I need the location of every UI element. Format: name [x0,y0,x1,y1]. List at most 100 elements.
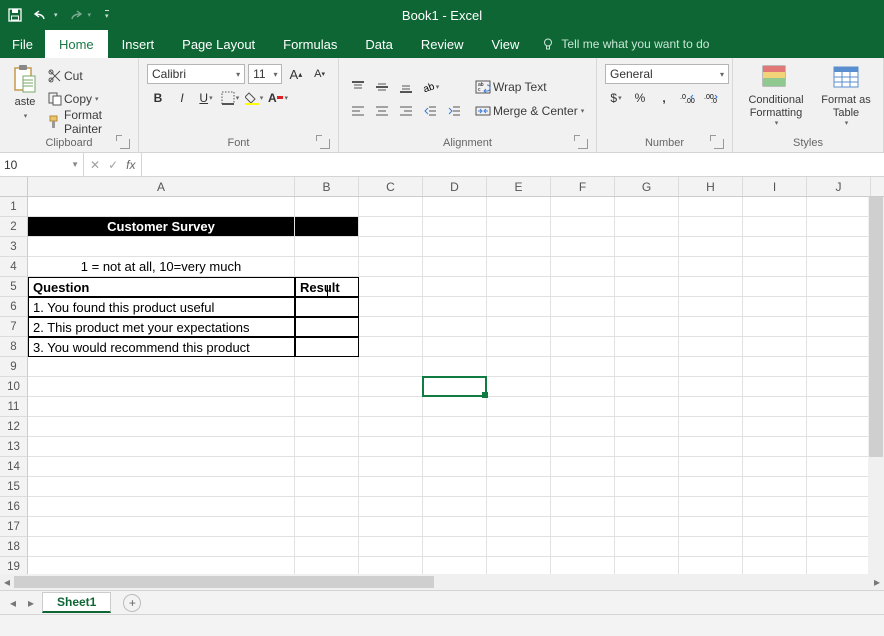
cell[interactable] [423,397,487,417]
cell[interactable] [807,217,871,237]
cell[interactable] [487,357,551,377]
cell[interactable] [359,517,423,537]
cell[interactable] [487,297,551,317]
paste-button[interactable]: aste▾ [8,62,42,135]
row-header[interactable]: 14 [0,457,28,477]
cell[interactable] [807,397,871,417]
cell-title[interactable]: Customer Survey [28,217,295,237]
row-header[interactable]: 10 [0,377,28,397]
cell[interactable] [359,297,423,317]
row-header[interactable]: 5 [0,277,28,297]
cell[interactable] [551,357,615,377]
cell[interactable] [679,497,743,517]
increase-font-button[interactable]: A▴ [285,64,306,84]
cell[interactable] [295,457,359,477]
spreadsheet-grid[interactable]: A B C D E F G H I J 1 2 Customer Survey … [0,177,884,590]
cell[interactable] [551,297,615,317]
cell[interactable] [487,517,551,537]
cell[interactable] [28,237,295,257]
cell[interactable] [807,257,871,277]
font-color-button[interactable]: A▾ [267,88,289,108]
cell[interactable] [679,357,743,377]
redo-dropdown-icon[interactable]: ▾ [88,11,92,19]
cell[interactable] [28,517,295,537]
cell[interactable] [807,377,871,397]
cell[interactable] [295,237,359,257]
comma-format-button[interactable]: , [653,88,675,108]
tab-review[interactable]: Review [407,30,478,58]
cell[interactable] [28,457,295,477]
cell[interactable] [28,437,295,457]
cell[interactable] [295,357,359,377]
conditional-formatting-button[interactable]: Conditional Formatting▾ [741,62,811,135]
row-header[interactable]: 15 [0,477,28,497]
cell[interactable] [679,217,743,237]
cell[interactable] [551,437,615,457]
cell[interactable] [615,297,679,317]
cell[interactable] [487,317,551,337]
cell[interactable] [615,237,679,257]
redo-icon[interactable] [66,6,84,24]
cell[interactable] [487,337,551,357]
font-dialog-launcher-icon[interactable] [320,139,330,149]
cell-result[interactable] [295,297,359,317]
cell[interactable] [679,517,743,537]
cell[interactable] [423,497,487,517]
tell-me-search[interactable]: Tell me what you want to do [533,30,709,58]
cut-button[interactable]: Cut [48,66,130,86]
cell[interactable] [423,457,487,477]
save-icon[interactable] [6,6,24,24]
formula-input[interactable] [142,153,884,176]
cell[interactable] [487,477,551,497]
cell[interactable] [807,237,871,257]
cell[interactable] [359,237,423,257]
cell[interactable] [743,477,807,497]
row-header[interactable]: 8 [0,337,28,357]
cell[interactable] [807,417,871,437]
name-box[interactable]: 10▼ [0,153,84,176]
row-header[interactable]: 4 [0,257,28,277]
cell[interactable] [359,437,423,457]
row-header[interactable]: 7 [0,317,28,337]
undo-icon[interactable] [32,6,50,24]
cell[interactable] [807,437,871,457]
cell[interactable] [679,457,743,477]
cell[interactable] [615,337,679,357]
cell[interactable] [551,317,615,337]
cell[interactable] [551,477,615,497]
cell[interactable] [487,197,551,217]
cell[interactable] [423,297,487,317]
font-size-combo[interactable]: 11▾ [248,64,282,84]
align-bottom-button[interactable] [395,77,417,97]
enter-formula-icon[interactable]: ✓ [108,158,118,172]
col-header[interactable]: A [28,177,295,196]
col-header[interactable]: H [679,177,743,196]
decrease-font-button[interactable]: A▾ [309,64,330,84]
cell[interactable] [423,437,487,457]
cell[interactable] [551,517,615,537]
cell[interactable] [807,457,871,477]
cell[interactable] [359,217,423,237]
align-middle-button[interactable] [371,77,393,97]
accounting-format-button[interactable]: $▾ [605,88,627,108]
vertical-scrollbar[interactable] [868,197,884,574]
cell[interactable] [743,217,807,237]
decrease-decimal-button[interactable]: .00.0 [701,88,723,108]
col-header[interactable]: J [807,177,871,196]
cell[interactable] [615,217,679,237]
cell-question[interactable]: 2. This product met your expectations [28,317,295,337]
cell[interactable] [807,277,871,297]
cell[interactable] [743,417,807,437]
percent-format-button[interactable]: % [629,88,651,108]
cell[interactable] [423,357,487,377]
cell[interactable] [423,537,487,557]
cell[interactable] [487,237,551,257]
cell[interactable] [359,317,423,337]
row-header[interactable]: 3 [0,237,28,257]
cell[interactable] [487,457,551,477]
cell[interactable] [295,537,359,557]
cell[interactable] [423,217,487,237]
tab-home[interactable]: Home [45,30,108,58]
cell[interactable] [615,537,679,557]
cell[interactable] [295,497,359,517]
